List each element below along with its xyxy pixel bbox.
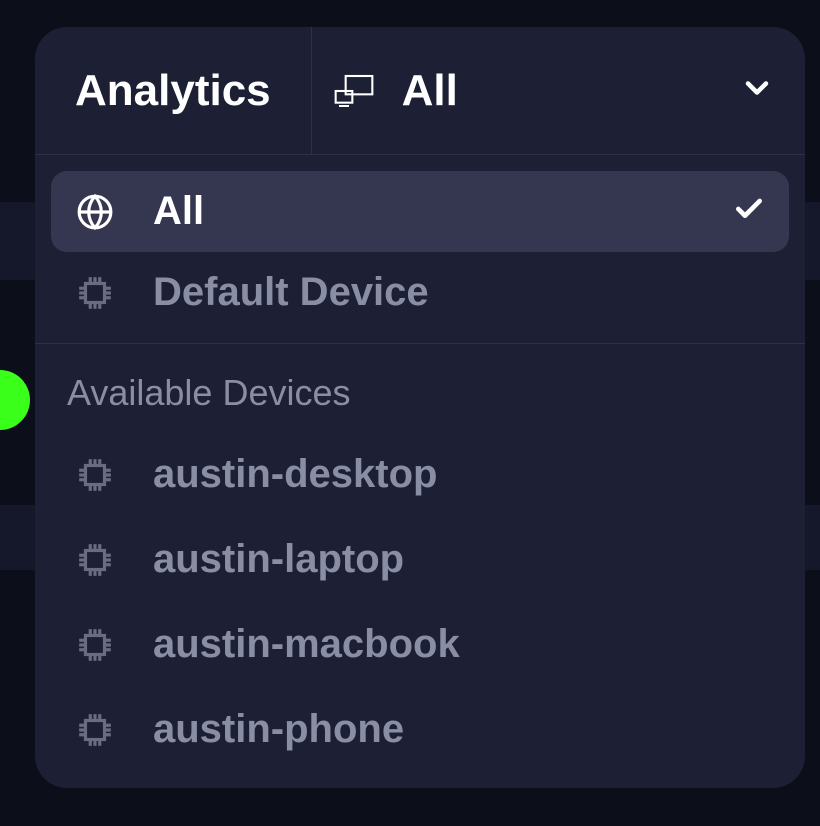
device-item[interactable]: austin-macbook — [51, 602, 789, 687]
device-label: austin-macbook — [153, 622, 460, 667]
option-all[interactable]: All — [51, 171, 789, 252]
dropdown-header: Analytics All — [35, 27, 805, 155]
option-default-device[interactable]: Default Device — [51, 252, 789, 333]
device-dropdown-panel: Analytics All — [35, 27, 805, 788]
device-label: austin-phone — [153, 707, 404, 752]
background-accent — [0, 370, 30, 430]
device-label: austin-desktop — [153, 452, 437, 497]
options-section: All — [35, 155, 805, 788]
chip-icon — [75, 455, 115, 495]
device-label: austin-laptop — [153, 537, 404, 582]
chip-icon — [75, 710, 115, 750]
selector-label: All — [402, 66, 458, 116]
selector-content: All — [334, 66, 739, 116]
chip-icon — [75, 540, 115, 580]
option-label: All — [153, 189, 695, 234]
divider — [35, 343, 805, 344]
chip-icon — [75, 625, 115, 665]
chevron-down-icon — [739, 70, 775, 111]
option-label: Default Device — [153, 270, 765, 315]
globe-icon — [75, 192, 115, 232]
device-item[interactable]: austin-laptop — [51, 517, 789, 602]
chip-icon — [75, 273, 115, 313]
devices-icon — [334, 71, 374, 111]
device-item[interactable]: austin-phone — [51, 687, 789, 772]
section-header: Available Devices — [51, 364, 789, 432]
device-selector-button[interactable]: All — [312, 27, 805, 154]
check-icon — [733, 193, 765, 230]
tab-label: Analytics — [75, 66, 271, 116]
analytics-tab[interactable]: Analytics — [35, 27, 312, 154]
device-item[interactable]: austin-desktop — [51, 432, 789, 517]
